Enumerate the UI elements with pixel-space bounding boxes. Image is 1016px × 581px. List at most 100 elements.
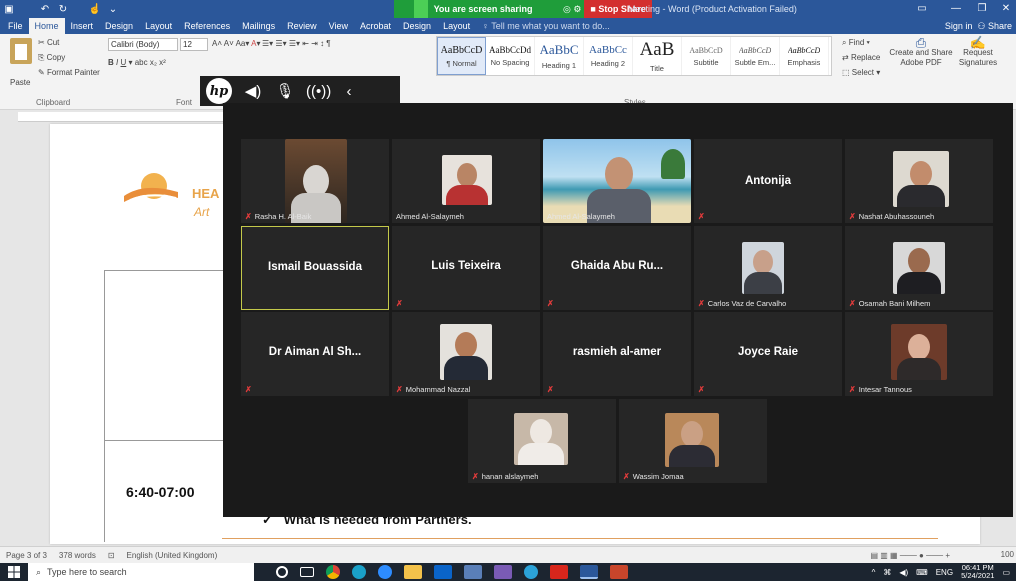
- word-count[interactable]: 378 words: [53, 551, 102, 560]
- minimize-icon[interactable]: —: [944, 0, 968, 18]
- customize-toolbar-icon[interactable]: ⌄: [104, 0, 122, 18]
- share-controls[interactable]: ◎ ⚙: [560, 0, 585, 18]
- paste-icon[interactable]: [10, 38, 32, 64]
- windows-start-icon[interactable]: [0, 563, 28, 581]
- participant-tile[interactable]: rasmieh al-amer ✗: [543, 312, 691, 396]
- proofing-icon[interactable]: ⊡: [102, 551, 121, 560]
- replace-button[interactable]: ⇄ Replace: [842, 53, 880, 62]
- chrome-icon[interactable]: [326, 565, 340, 579]
- input-language[interactable]: ENG: [936, 568, 953, 577]
- network-icon[interactable]: ⌘: [883, 568, 891, 577]
- touch-mode-icon[interactable]: ☝: [86, 0, 104, 18]
- restore-icon[interactable]: ❐: [970, 0, 994, 18]
- style-heading-1[interactable]: AaBbC Heading 1: [535, 37, 584, 75]
- tab-file[interactable]: File: [0, 18, 29, 34]
- close-icon[interactable]: ✕: [994, 0, 1016, 18]
- tell-me-search[interactable]: ♀ Tell me what you want to do...: [482, 21, 610, 31]
- copy-button[interactable]: ⎘ Copy: [38, 53, 65, 63]
- participant-tile[interactable]: ✗ Carlos Vaz de Carvalho: [694, 226, 842, 310]
- active-speaker-tile[interactable]: Ismail Bouassida: [241, 226, 389, 310]
- font-grow-shrink[interactable]: A˄ A˅ Aa▾ A▾: [212, 39, 261, 48]
- keyboard-icon[interactable]: ⌨: [916, 568, 928, 577]
- photos-icon[interactable]: [494, 565, 512, 579]
- participant-tile[interactable]: ✗ Nashat Abuhassouneh: [845, 139, 993, 223]
- sign-in-link[interactable]: Sign in: [945, 21, 973, 31]
- tab-home[interactable]: Home: [28, 18, 65, 34]
- redo-icon[interactable]: ↻: [54, 0, 72, 18]
- participant-tile[interactable]: ✗ Intesar Tannous: [845, 312, 993, 396]
- language[interactable]: English (United Kingdom): [121, 551, 224, 560]
- acrobat-icon[interactable]: [550, 565, 568, 579]
- undo-icon[interactable]: ↶: [36, 0, 54, 18]
- style-normal[interactable]: AaBbCcD ¶ Normal: [437, 37, 486, 75]
- participant-tile[interactable]: ✗ Mohammad Nazzal: [392, 312, 540, 396]
- select-button[interactable]: ⬚ Select ▾: [842, 68, 880, 77]
- tab-mailings[interactable]: Mailings: [236, 18, 281, 34]
- back-icon[interactable]: ‹: [338, 83, 360, 100]
- style-emphasis[interactable]: AaBbCcD Emphasis: [780, 37, 829, 75]
- zoom-level[interactable]: 100: [1001, 550, 1014, 559]
- share-button[interactable]: Share: [988, 21, 1012, 31]
- word-icon[interactable]: [580, 565, 598, 579]
- participant-tile[interactable]: ✗ Osamah Bani Milhem: [845, 226, 993, 310]
- find-button[interactable]: ⌕ Find ▾: [842, 38, 870, 48]
- powerpoint-icon[interactable]: [610, 565, 628, 579]
- list-buttons[interactable]: ☰▾ ☰▾ ☰▾ ⇤ ⇥ ↕ ¶: [262, 39, 331, 48]
- participant-tile[interactable]: ✗ Rasha H. Al-Baik: [241, 139, 389, 223]
- participant-tile[interactable]: Dr Aiman Al Sh... ✗: [241, 312, 389, 396]
- ribbon-display-options-icon[interactable]: ▭: [910, 0, 934, 18]
- tab-references[interactable]: References: [178, 18, 236, 34]
- participant-tile[interactable]: Ghaida Abu Ru... ✗: [543, 226, 691, 310]
- font-name-select[interactable]: Calibri (Body): [108, 38, 178, 51]
- format-buttons[interactable]: B I U ▾ abc x₂ x²: [108, 58, 166, 67]
- horizontal-ruler[interactable]: [18, 112, 228, 122]
- outlook-icon[interactable]: [434, 565, 452, 579]
- tab-design[interactable]: Design: [99, 18, 139, 34]
- speaker-icon[interactable]: ◀): [242, 82, 264, 100]
- participant-tile[interactable]: Luis Teixeira ✗: [392, 226, 540, 310]
- format-painter-button[interactable]: ✎ Format Painter: [38, 68, 100, 77]
- tab-acrobat[interactable]: Acrobat: [354, 18, 397, 34]
- person-body: [446, 185, 488, 205]
- task-view-icon[interactable]: [300, 567, 314, 577]
- taskbar-search[interactable]: ⌕ Type here to search: [28, 563, 254, 581]
- show-hidden-icons[interactable]: ^: [872, 568, 876, 577]
- file-explorer-icon[interactable]: [404, 565, 422, 579]
- request-signatures-button[interactable]: ✍ Request Signatures: [954, 36, 1002, 68]
- cut-button[interactable]: ✂ Cut: [38, 38, 59, 47]
- microphone-icon[interactable]: 🎙: [274, 82, 296, 100]
- volume-icon[interactable]: ◀): [899, 568, 908, 577]
- style-heading-2[interactable]: AaBbCc Heading 2: [584, 37, 633, 75]
- zoom-app-icon[interactable]: [378, 565, 392, 579]
- tab-table-design[interactable]: Design: [397, 18, 437, 34]
- network-app-icon[interactable]: [524, 565, 538, 579]
- participant-tile[interactable]: Joyce Raie ✗: [694, 312, 842, 396]
- participant-name: ✗ hanan alslaymeh: [472, 472, 539, 481]
- store-icon[interactable]: [464, 565, 482, 579]
- tab-insert[interactable]: Insert: [65, 18, 100, 34]
- create-share-pdf-button[interactable]: ⎙ Create and Share Adobe PDF: [888, 36, 954, 68]
- notifications-icon[interactable]: ▭: [1002, 568, 1010, 577]
- paste-label[interactable]: Paste: [10, 78, 30, 87]
- style-subtitle[interactable]: AaBbCcD Subtitle: [682, 37, 731, 75]
- participant-tile[interactable]: ✗ hanan alslaymeh: [468, 399, 616, 483]
- participant-tile[interactable]: Antonija ✗: [694, 139, 842, 223]
- tab-view[interactable]: View: [323, 18, 354, 34]
- page-count[interactable]: Page 3 of 3: [0, 551, 53, 560]
- tab-table-layout[interactable]: Layout: [437, 18, 476, 34]
- tab-review[interactable]: Review: [281, 18, 323, 34]
- view-buttons[interactable]: ▤ ▥ ▦ ─── ● ─── +: [864, 551, 956, 560]
- participant-tile[interactable]: ✗ Wassim Jomaa: [619, 399, 767, 483]
- font-size-select[interactable]: 12: [180, 38, 208, 51]
- broadcast-icon[interactable]: ((•)): [306, 83, 331, 100]
- edge-icon[interactable]: [352, 565, 366, 579]
- participant-tile[interactable]: Ahmed Al-Salaymeh: [543, 139, 691, 223]
- style-title[interactable]: AaB Title: [633, 37, 682, 75]
- clock[interactable]: 06:41 PM 5/24/2021: [961, 564, 994, 580]
- save-icon[interactable]: ▣: [0, 0, 18, 18]
- style-no-spacing[interactable]: AaBbCcDd No Spacing: [486, 37, 535, 75]
- participant-tile[interactable]: Ahmed Al-Salaymeh: [392, 139, 540, 223]
- style-subtle-emphasis[interactable]: AaBbCcD Subtle Em...: [731, 37, 780, 75]
- cortana-icon[interactable]: [276, 566, 288, 578]
- tab-layout[interactable]: Layout: [139, 18, 178, 34]
